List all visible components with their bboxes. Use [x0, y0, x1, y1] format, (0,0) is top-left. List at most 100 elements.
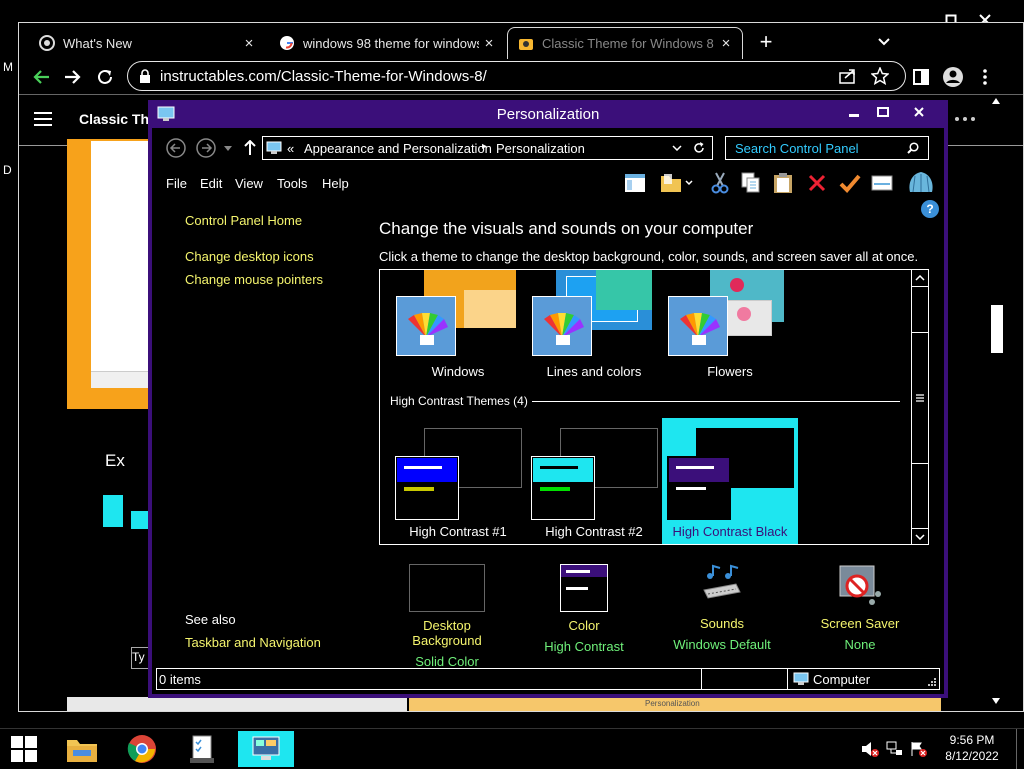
- item-label[interactable]: Color: [524, 618, 644, 633]
- show-desktop-button[interactable]: [1016, 729, 1024, 769]
- tab-strip: What's New × windows 98 theme for window…: [19, 23, 1023, 59]
- menu-tools[interactable]: Tools: [277, 176, 307, 191]
- theme-shell-icon[interactable]: [906, 169, 936, 197]
- menu-view[interactable]: View: [235, 176, 263, 191]
- recent-pages-chevron-icon[interactable]: [222, 142, 234, 154]
- address-breadcrumb[interactable]: « Appearance and Personalization ▸ Perso…: [262, 136, 713, 160]
- thumbnail-caption: Personalization: [645, 699, 700, 708]
- menu-help[interactable]: Help: [322, 176, 349, 191]
- start-button[interactable]: [0, 731, 48, 767]
- paste-icon[interactable]: [771, 171, 795, 195]
- scroll-down-icon[interactable]: [912, 528, 928, 544]
- address-bar[interactable]: instructables.com/Classic-Theme-for-Wind…: [127, 61, 906, 91]
- breadcrumb-separator-icon[interactable]: ▸: [482, 141, 487, 152]
- tab-close-icon[interactable]: ×: [716, 35, 736, 52]
- tab-search-chevron-icon[interactable]: [871, 29, 897, 55]
- item-label[interactable]: Desktop Background: [387, 618, 507, 648]
- side-panel-icon[interactable]: [909, 65, 933, 89]
- tab-close-icon[interactable]: ×: [479, 35, 499, 52]
- item-label[interactable]: Screen Saver: [800, 616, 920, 631]
- page-scrollbar-thumb[interactable]: [991, 305, 1003, 353]
- new-tab-button[interactable]: +: [753, 29, 779, 55]
- menu-edit[interactable]: Edit: [200, 176, 222, 191]
- article-text-fragment: Ty: [132, 650, 145, 664]
- breadcrumb-overflow[interactable]: «: [287, 141, 294, 156]
- screen-saver-item[interactable]: Screen Saver None: [800, 564, 920, 652]
- themes-scrollbar[interactable]: [911, 270, 928, 544]
- forward-arrow-icon[interactable]: [61, 65, 85, 89]
- breadcrumb-personalization[interactable]: Personalization: [496, 141, 585, 156]
- tab-google-search[interactable]: windows 98 theme for windows 8 ×: [269, 27, 505, 59]
- back-arrow-icon[interactable]: [29, 65, 53, 89]
- minimize-button[interactable]: [840, 102, 868, 122]
- reload-icon[interactable]: [93, 65, 117, 89]
- delete-icon[interactable]: [806, 171, 828, 195]
- control-panel-small-icon: [266, 140, 282, 156]
- forward-button-icon[interactable]: [196, 138, 216, 158]
- taskbar-chrome[interactable]: [118, 731, 166, 767]
- desktop-background-item[interactable]: Desktop Background Solid Color: [387, 564, 507, 669]
- item-label[interactable]: Sounds: [662, 616, 782, 631]
- bookmark-star-icon[interactable]: [870, 66, 890, 86]
- search-icon[interactable]: [906, 141, 920, 155]
- resize-grip-icon[interactable]: [925, 675, 937, 687]
- network-icon[interactable]: [884, 739, 904, 759]
- tab-close-icon[interactable]: ×: [239, 35, 259, 52]
- maximize-button[interactable]: [869, 102, 897, 122]
- share-icon[interactable]: [838, 66, 858, 86]
- layout-pane-icon[interactable]: [622, 171, 648, 195]
- sounds-item[interactable]: Sounds Windows Default: [662, 564, 782, 652]
- taskbar-file-explorer[interactable]: [58, 731, 106, 767]
- back-button-icon[interactable]: [166, 138, 186, 158]
- folder-options-icon[interactable]: [658, 171, 694, 195]
- tab-whats-new[interactable]: What's New ×: [29, 27, 265, 59]
- color-item[interactable]: Color High Contrast: [524, 564, 644, 654]
- scroll-up-icon[interactable]: [912, 270, 928, 287]
- theme-high-contrast-black[interactable]: High Contrast Black: [662, 418, 798, 544]
- volume-muted-icon[interactable]: [860, 739, 880, 759]
- clock-date[interactable]: 8/12/2022: [942, 749, 1002, 763]
- search-control-panel-input[interactable]: Search Control Panel: [725, 136, 929, 160]
- address-dropdown-icon[interactable]: [671, 142, 683, 154]
- url-text[interactable]: instructables.com/Classic-Theme-for-Wind…: [160, 68, 487, 85]
- themes-list[interactable]: Windows Lines and colors Flowers High Co…: [379, 269, 929, 545]
- change-mouse-pointers-link[interactable]: Change mouse pointers: [185, 272, 323, 287]
- item-value[interactable]: None: [800, 637, 920, 652]
- profile-avatar-icon[interactable]: [941, 65, 965, 89]
- item-value[interactable]: High Contrast: [524, 639, 644, 654]
- menu-file[interactable]: File: [166, 176, 187, 191]
- taskbar-control-panel[interactable]: [238, 731, 294, 767]
- scroll-thumb-grip-icon[interactable]: [912, 390, 928, 406]
- up-arrow-icon[interactable]: [242, 138, 258, 158]
- close-button[interactable]: [905, 102, 933, 122]
- copy-icon[interactable]: [740, 171, 762, 195]
- theme-lines-and-colors[interactable]: Lines and colors: [526, 270, 662, 380]
- theme-flowers[interactable]: Flowers: [662, 270, 798, 380]
- clock-time[interactable]: 9:56 PM: [944, 733, 1000, 747]
- browser-menu-icon[interactable]: [975, 65, 995, 89]
- item-value[interactable]: Windows Default: [662, 637, 782, 652]
- change-desktop-icons-link[interactable]: Change desktop icons: [185, 249, 314, 264]
- theme-high-contrast-1[interactable]: High Contrast #1: [390, 418, 526, 544]
- item-value[interactable]: Solid Color: [387, 654, 507, 669]
- control-panel-home-link[interactable]: Control Panel Home: [185, 213, 302, 228]
- site-title[interactable]: Classic Theme for Windows 8: [79, 111, 159, 127]
- cut-icon[interactable]: [709, 171, 731, 195]
- theme-high-contrast-2[interactable]: High Contrast #2: [526, 418, 662, 544]
- taskbar-task-app[interactable]: [178, 731, 226, 767]
- action-center-flag-icon[interactable]: [908, 739, 928, 759]
- properties-icon[interactable]: [870, 171, 894, 195]
- breadcrumb-appearance[interactable]: Appearance and Personalization: [304, 141, 492, 156]
- help-icon[interactable]: ?: [921, 200, 939, 218]
- tab-classic-theme[interactable]: Classic Theme for Windows 8 : 5 Steps ×: [507, 27, 743, 59]
- scroll-down-arrow-icon[interactable]: [989, 695, 1003, 707]
- more-options-icon[interactable]: [951, 109, 979, 129]
- taskbar-navigation-link[interactable]: Taskbar and Navigation: [185, 635, 321, 650]
- lock-icon[interactable]: [138, 68, 152, 84]
- scroll-up-arrow-icon[interactable]: [989, 95, 1003, 107]
- checkmark-icon[interactable]: [838, 171, 862, 195]
- high-contrast-group-header[interactable]: High Contrast Themes (4): [390, 394, 528, 408]
- theme-windows[interactable]: Windows: [390, 270, 526, 380]
- hamburger-menu-icon[interactable]: [31, 109, 55, 129]
- refresh-icon[interactable]: [692, 141, 706, 155]
